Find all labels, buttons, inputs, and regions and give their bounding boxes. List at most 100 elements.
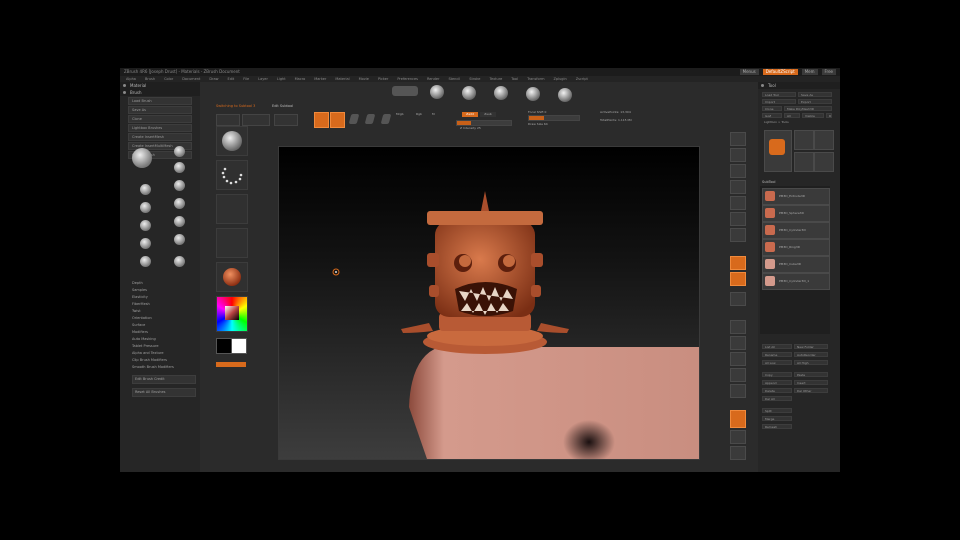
clone-button[interactable]: Clone (128, 115, 192, 123)
submenu-tablet-pressure[interactable]: Tablet Pressure (132, 343, 196, 350)
submenu-twist[interactable]: Twist (132, 308, 196, 315)
all-low-button[interactable]: All Low (762, 360, 792, 365)
subtool-header[interactable]: SubTool (762, 180, 775, 184)
all-high-button[interactable]: All High (794, 360, 828, 365)
aahalf-button[interactable] (730, 212, 746, 226)
copy-button[interactable]: Copy (762, 372, 792, 377)
document-canvas[interactable] (278, 146, 700, 460)
save-as-button[interactable]: Save As (128, 106, 192, 114)
reset-all-brushes-button[interactable]: Reset All Brushes (132, 388, 196, 397)
brush-thumb[interactable] (140, 220, 151, 231)
load-tool-button[interactable]: Load Tool (762, 92, 796, 97)
rotate-mode-sphere[interactable] (558, 88, 572, 102)
tool-thumb[interactable] (794, 130, 814, 150)
m-toggle[interactable]: M (432, 112, 435, 116)
move-mode-sphere[interactable] (526, 87, 540, 101)
save-as-tool-button[interactable]: Save As (798, 92, 832, 97)
projection-master-button[interactable] (216, 114, 240, 126)
alpha-selector[interactable] (216, 194, 248, 224)
submenu-fibermesh[interactable]: FiberMesh (132, 301, 196, 308)
stroke-selector[interactable] (216, 160, 248, 190)
lightbox-tools-link[interactable]: Lightbox > Tools (762, 120, 802, 125)
move-tool-icon[interactable] (348, 114, 360, 124)
goz-all-button[interactable]: All (784, 113, 800, 118)
brush-thumb[interactable] (140, 184, 151, 195)
quick-sketch-icon[interactable] (462, 86, 476, 100)
goz-button[interactable]: GoZ (762, 113, 782, 118)
zoom-button[interactable] (730, 180, 746, 194)
brush-thumb[interactable] (174, 234, 185, 245)
del-other-button[interactable]: Del Other (794, 388, 828, 393)
submenu-depth[interactable]: Depth (132, 280, 196, 287)
brush-thumb[interactable] (140, 238, 151, 249)
rgb-toggle[interactable]: Rgb (416, 112, 422, 116)
dynamic-button[interactable] (730, 446, 746, 460)
zsub-toggle[interactable]: Zsub (480, 112, 496, 117)
scroll-button[interactable] (730, 164, 746, 178)
color-picker[interactable] (216, 296, 248, 332)
autoreorder-button[interactable]: AutoReorder (794, 352, 828, 357)
goz-visible-button[interactable]: Visible (802, 113, 824, 118)
draw-mode-sphere[interactable] (494, 86, 508, 100)
submenu-samples[interactable]: Samples (132, 287, 196, 294)
lightbox-brushes-button[interactable]: Lightbox Brushes (128, 124, 192, 132)
rotate-tool-icon[interactable] (380, 114, 392, 124)
tool-thumb[interactable] (814, 130, 834, 150)
material-palette-header[interactable]: Material (120, 82, 200, 89)
edit-brush-credit-button[interactable]: Edit Brush Credit (132, 375, 196, 384)
subtool-item[interactable]: PM3D_Sphere3D (762, 205, 830, 222)
brush-thumb[interactable] (174, 216, 185, 227)
brush-palette-header[interactable]: Brush (120, 89, 200, 96)
merge-button[interactable]: Merge (762, 416, 792, 421)
rename-button[interactable]: Rename (762, 352, 792, 357)
submenu-smooth-brush-modifiers[interactable]: Smooth Brush Modifiers (132, 364, 196, 371)
submenu-modifiers[interactable]: Modifiers (132, 329, 196, 336)
local-button[interactable] (730, 272, 746, 286)
focal-shift-slider[interactable] (528, 115, 580, 121)
submenu-auto-masking[interactable]: Auto Masking (132, 336, 196, 343)
default-zscript-chip[interactable]: DefaultZScript (762, 69, 798, 75)
submenu-alpha-texture[interactable]: Alpha and Texture (132, 350, 196, 357)
move-view-button[interactable] (730, 320, 746, 334)
bpr-button[interactable] (730, 132, 746, 146)
lsym-button[interactable] (730, 292, 746, 306)
brush-thumb[interactable] (174, 162, 185, 173)
zadd-toggle[interactable]: Zadd (462, 112, 478, 117)
current-brush-thumb[interactable] (132, 148, 152, 168)
submenu-surface[interactable]: Surface (132, 322, 196, 329)
subtool-item[interactable]: PM3D_Ring3D (762, 239, 830, 256)
new-folder-button[interactable]: New Folder (794, 344, 828, 349)
import-button[interactable]: Import (762, 99, 796, 104)
quick-sketch-button[interactable] (274, 114, 298, 126)
floor-button[interactable] (730, 256, 746, 270)
rotate-view-button[interactable] (730, 352, 746, 366)
spix-button[interactable] (730, 148, 746, 162)
split-button[interactable]: Split (762, 408, 792, 413)
main-color-swatch[interactable] (231, 338, 247, 354)
transp-button[interactable] (730, 384, 746, 398)
tool-thumb[interactable] (794, 152, 814, 172)
submenu-elasticity[interactable]: Elasticity (132, 294, 196, 301)
line-fill-button[interactable] (730, 368, 746, 382)
mrgb-toggle[interactable]: Mrgb (396, 112, 404, 116)
brush-thumb[interactable] (174, 198, 185, 209)
submenu-clip-brush-modifiers[interactable]: Clip Brush Modifiers (132, 357, 196, 364)
edit-mode-button[interactable] (314, 112, 329, 128)
solo-button[interactable] (730, 410, 746, 428)
brush-thumb[interactable] (140, 202, 151, 213)
clone-tool-button[interactable]: Clone (762, 106, 782, 111)
draw-mode-button[interactable] (330, 112, 345, 128)
lightbox-icon[interactable] (430, 85, 444, 99)
brush-thumb[interactable] (174, 146, 185, 157)
brush-thumb[interactable] (174, 256, 185, 267)
append-button[interactable]: Append (762, 380, 792, 385)
list-all-button[interactable]: List All (762, 344, 792, 349)
submenu-orientation[interactable]: Orientation (132, 315, 196, 322)
projection-master-icon[interactable] (392, 86, 418, 96)
load-brush-button[interactable]: Load Brush (128, 97, 192, 105)
current-tool-thumb[interactable] (764, 130, 792, 172)
subtool-item[interactable]: PM3D_Cylinder3D (762, 222, 830, 239)
subtool-item[interactable]: PM3D_Cylinder3D_1 (762, 273, 830, 290)
xpose-button[interactable] (730, 430, 746, 444)
paste-button[interactable]: Paste (794, 372, 828, 377)
